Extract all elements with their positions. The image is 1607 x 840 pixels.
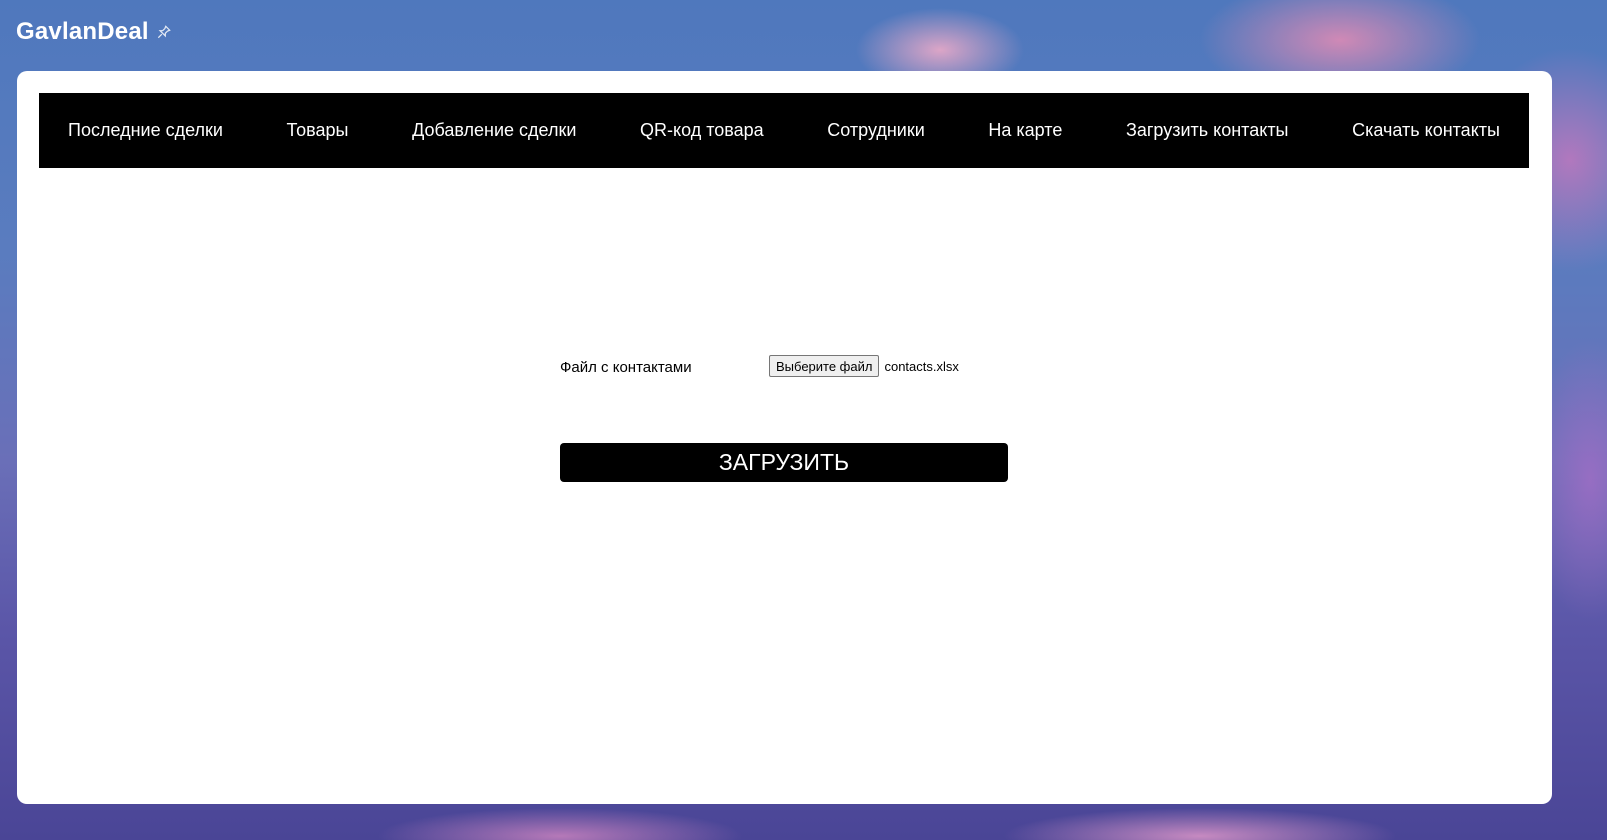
nav-item-upload-contacts[interactable]: Загрузить контакты <box>1126 120 1289 141</box>
nav-item-add-deal[interactable]: Добавление сделки <box>412 120 576 141</box>
main-window: Последние сделки Товары Добавление сделк… <box>17 71 1552 804</box>
app-title-text: GavlanDeal <box>16 18 149 45</box>
app-title: GavlanDeal <box>16 18 171 46</box>
file-upload-row: Файл с контактами Выберите файл contacts… <box>560 355 959 377</box>
navbar: Последние сделки Товары Добавление сделк… <box>39 93 1529 168</box>
nav-item-map[interactable]: На карте <box>988 120 1062 141</box>
nav-item-employees[interactable]: Сотрудники <box>827 120 925 141</box>
file-input-label: Файл с контактами <box>560 358 692 376</box>
nav-item-recent-deals[interactable]: Последние сделки <box>68 120 223 141</box>
upload-submit-button[interactable]: ЗАГРУЗИТЬ <box>560 443 1008 482</box>
nav-item-qr-code[interactable]: QR-код товара <box>640 120 764 141</box>
nav-item-products[interactable]: Товары <box>287 120 349 141</box>
nav-item-download-contacts[interactable]: Скачать контакты <box>1352 120 1500 141</box>
pin-icon[interactable] <box>157 25 171 39</box>
selected-file-name: contacts.xlsx <box>884 358 959 374</box>
choose-file-button[interactable]: Выберите файл <box>769 355 880 377</box>
